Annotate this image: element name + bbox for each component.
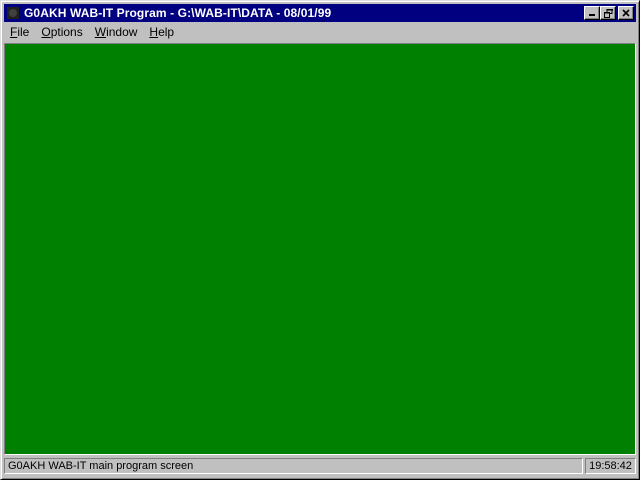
menu-file[interactable]: File xyxy=(4,24,35,41)
status-bar: G0AKH WAB-IT main program screen 19:58:4… xyxy=(4,457,636,475)
restore-icon xyxy=(603,8,613,18)
minimize-icon xyxy=(589,14,595,16)
menu-window-mnemonic: W xyxy=(94,25,107,39)
minimize-button[interactable] xyxy=(584,6,600,20)
menu-bar: File Options Window Help xyxy=(4,23,636,42)
menu-help-label: elp xyxy=(158,25,175,39)
title-bar[interactable]: G0AKH WAB-IT Program - G:\WAB-IT\DATA - … xyxy=(4,4,636,22)
close-button[interactable] xyxy=(618,6,634,20)
menu-help[interactable]: Help xyxy=(143,24,180,41)
menu-help-mnemonic: H xyxy=(149,25,159,39)
status-clock: 19:58:42 xyxy=(585,458,636,474)
window-title: G0AKH WAB-IT Program - G:\WAB-IT\DATA - … xyxy=(24,6,332,20)
menu-window[interactable]: Window xyxy=(89,24,144,41)
menu-options[interactable]: Options xyxy=(35,24,88,41)
main-window: G0AKH WAB-IT Program - G:\WAB-IT\DATA - … xyxy=(0,0,640,480)
menu-file-label: ile xyxy=(17,25,30,39)
app-icon[interactable] xyxy=(6,6,20,20)
menu-options-label: ptions xyxy=(50,25,83,39)
menu-options-mnemonic: O xyxy=(41,25,51,39)
status-message: G0AKH WAB-IT main program screen xyxy=(4,458,583,474)
restore-button[interactable] xyxy=(600,6,616,20)
close-icon xyxy=(622,9,630,17)
title-buttons xyxy=(584,6,634,20)
mdi-client-area[interactable] xyxy=(4,43,636,455)
menu-window-label: indow xyxy=(106,25,138,39)
